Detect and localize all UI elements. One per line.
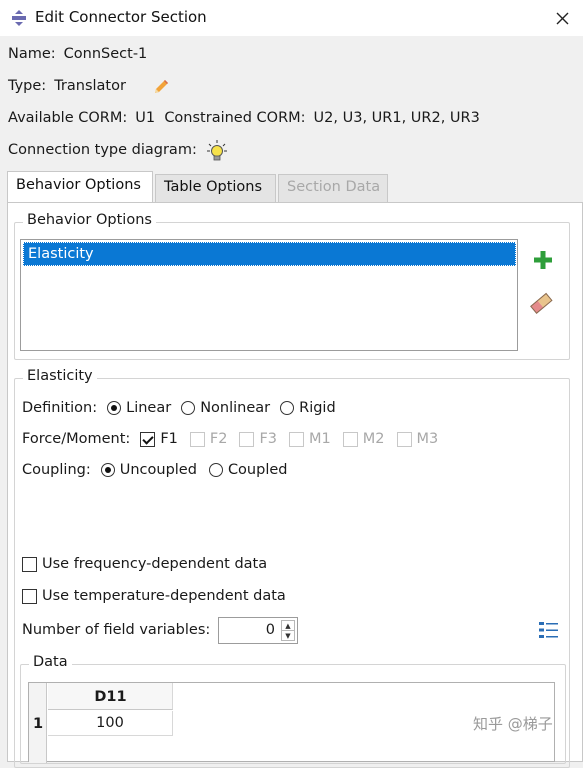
name-value: ConnSect-1 — [63, 46, 148, 62]
type-label: Type: — [8, 78, 47, 94]
definition-linear-label[interactable]: Linear — [126, 400, 171, 416]
field-variables-spinner[interactable]: 0 ▲ ▼ — [218, 617, 298, 644]
f3-checkbox[interactable] — [239, 431, 255, 447]
temperature-row: Use temperature-dependent data — [22, 588, 286, 604]
tab-behavior-options[interactable]: Behavior Options — [7, 171, 153, 202]
spinner-up-button[interactable]: ▲ — [282, 621, 294, 631]
type-value: Translator — [54, 78, 126, 94]
data-group-title: Data — [29, 654, 72, 670]
cell-d11-row-1[interactable]: 100 — [48, 711, 173, 736]
f2-checkbox[interactable] — [189, 431, 205, 447]
m3-label[interactable]: M3 — [417, 431, 439, 447]
f3-label[interactable]: F3 — [259, 431, 277, 447]
corm-row: Available CORM: U1 Constrained CORM: U2, U… — [8, 110, 480, 126]
definition-rigid-label[interactable]: Rigid — [299, 400, 336, 416]
force-moment-label: Force/Moment: — [22, 431, 131, 447]
list-item-elasticity[interactable]: Elasticity — [23, 242, 516, 266]
close-icon — [556, 12, 568, 24]
coupling-row: Coupling: Uncoupled Coupled — [22, 462, 287, 478]
row-header-1[interactable]: 1 — [29, 711, 47, 736]
definition-nonlinear-label[interactable]: Nonlinear — [200, 400, 270, 416]
frequency-row: Use frequency-dependent data — [22, 556, 267, 572]
available-corm-value: U1 — [135, 110, 156, 126]
coupling-coupled-label[interactable]: Coupled — [228, 462, 288, 478]
field-variables-value[interactable]: 0 — [266, 622, 275, 638]
m1-label[interactable]: M1 — [309, 431, 331, 447]
constrained-corm-label: Constrained CORM: — [164, 110, 306, 126]
eraser-icon[interactable] — [528, 290, 554, 316]
title-bar: Edit Connector Section — [0, 0, 583, 36]
spinner-buttons: ▲ ▼ — [281, 620, 295, 641]
field-variables-label: Number of field variables: — [22, 622, 211, 638]
pencil-edit-icon[interactable] — [152, 78, 170, 96]
f1-label[interactable]: F1 — [160, 431, 178, 447]
window-title: Edit Connector Section — [35, 8, 207, 26]
constrained-corm-value: U2, U3, UR1, UR2, UR3 — [313, 110, 480, 126]
m3-checkbox[interactable] — [396, 431, 412, 447]
m2-label[interactable]: M2 — [363, 431, 385, 447]
available-corm-label: Available CORM: — [8, 110, 128, 126]
add-icon[interactable] — [530, 247, 556, 273]
temperature-dependent-label[interactable]: Use temperature-dependent data — [42, 588, 286, 604]
definition-label: Definition: — [22, 400, 98, 416]
coupling-label: Coupling: — [22, 462, 91, 478]
tab-section-data[interactable]: Section Data — [278, 174, 388, 202]
connection-diagram-label: Connection type diagram: — [8, 142, 197, 158]
elasticity-group-title: Elasticity — [23, 368, 97, 384]
force-moment-row: Force/Moment: F1 F2 F3 M1 M2 M3 — [22, 431, 438, 447]
type-row: Type: Translator — [8, 78, 126, 94]
column-header-d11[interactable]: D11 — [48, 683, 173, 710]
coupling-coupled-radio[interactable] — [208, 463, 223, 477]
table-options-icon[interactable] — [538, 620, 560, 640]
m1-checkbox[interactable] — [289, 431, 305, 447]
watermark-text: 知乎 @梯子 — [473, 715, 553, 733]
coupling-uncoupled-label[interactable]: Uncoupled — [120, 462, 197, 478]
f2-label[interactable]: F2 — [210, 431, 228, 447]
m2-checkbox[interactable] — [342, 431, 358, 447]
frequency-dependent-label[interactable]: Use frequency-dependent data — [42, 556, 267, 572]
lightbulb-icon[interactable] — [206, 139, 228, 163]
tab-table-options[interactable]: Table Options — [155, 174, 276, 202]
name-label: Name: — [8, 46, 56, 62]
frequency-dependent-checkbox[interactable] — [22, 556, 37, 572]
f1-checkbox[interactable] — [140, 431, 156, 447]
behavior-options-list[interactable]: Elasticity — [20, 239, 518, 351]
close-button[interactable] — [547, 3, 577, 33]
field-variables-row: Number of field variables: — [22, 622, 210, 638]
temperature-dependent-checkbox[interactable] — [22, 588, 37, 604]
definition-row: Definition: Linear Nonlinear Rigid — [22, 400, 336, 416]
spinner-down-button[interactable]: ▼ — [282, 631, 294, 641]
diagram-row: Connection type diagram: — [8, 142, 197, 158]
behavior-options-group-title: Behavior Options — [23, 212, 156, 228]
connector-app-icon — [12, 10, 26, 26]
coupling-uncoupled-radio[interactable] — [100, 463, 115, 477]
name-row: Name: ConnSect-1 — [8, 46, 147, 62]
definition-rigid-radio[interactable] — [280, 401, 295, 415]
definition-linear-radio[interactable] — [107, 401, 122, 415]
definition-nonlinear-radio[interactable] — [181, 401, 196, 415]
